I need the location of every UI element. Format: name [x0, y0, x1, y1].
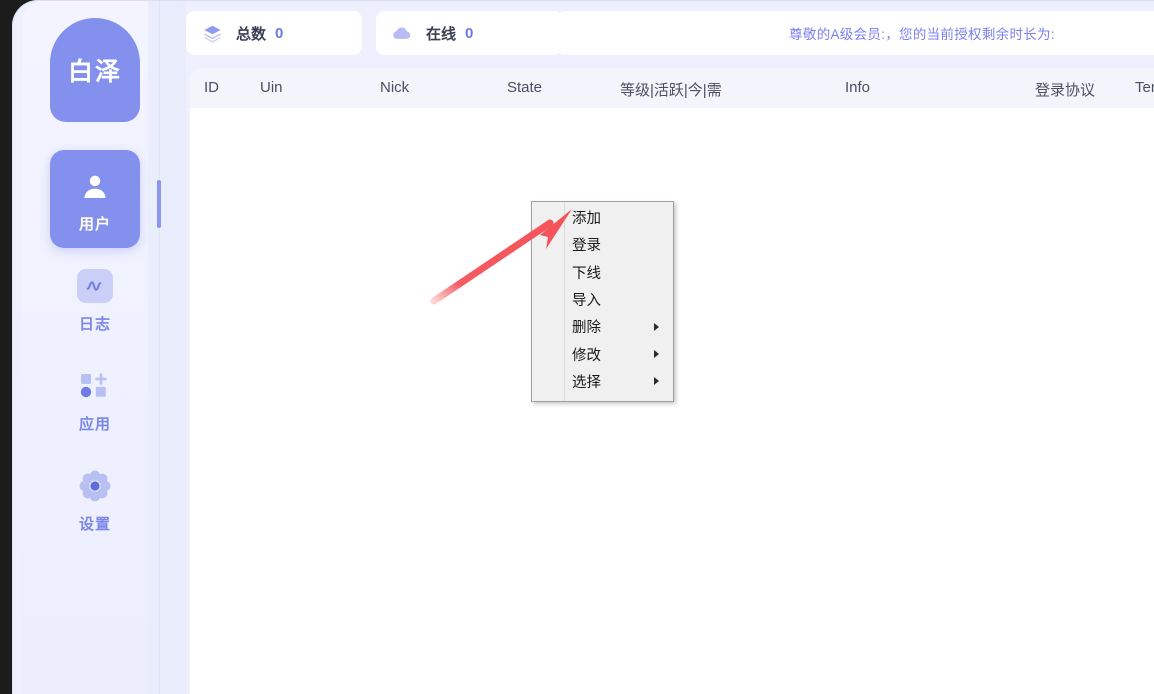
context-menu-item[interactable]: 删除: [566, 313, 673, 340]
sidebar-item-users[interactable]: 用户: [50, 150, 140, 248]
table-header-cell[interactable]: Uin: [260, 79, 283, 96]
sidebar: 白泽 用户 日志 应用 设置: [22, 0, 148, 694]
submenu-arrow-icon: [654, 322, 659, 331]
sidebar-item-label: 用户: [78, 215, 111, 233]
gear-icon: [74, 465, 116, 507]
table-header-cell[interactable]: 等级|活跃|今|需: [620, 79, 722, 100]
table-header-cell[interactable]: State: [507, 79, 542, 96]
table-header-cell[interactable]: Nick: [380, 79, 409, 96]
context-menu-item-label: 添加: [572, 211, 601, 227]
sidebar-item-label: 应用: [78, 415, 111, 433]
context-menu-item-label: 修改: [572, 347, 601, 364]
submenu-arrow-icon: [654, 350, 659, 358]
context-menu-item[interactable]: 选择: [566, 368, 673, 395]
context-menu-item-label: 导入: [572, 292, 601, 309]
sidebar-gap-inner: [170, 0, 186, 694]
table-header-cell[interactable]: Info: [845, 79, 870, 96]
table-header-cell[interactable]: ID: [204, 79, 219, 96]
context-menu-item-label: 删除: [572, 320, 601, 337]
stat-label: 在线: [426, 25, 457, 43]
context-menu-item[interactable]: 修改: [566, 341, 673, 368]
table-header-cell[interactable]: 登录协议: [1035, 79, 1095, 100]
stat-value: 0: [465, 24, 474, 42]
stat-value: 0: [275, 24, 284, 42]
table-header-cell[interactable]: Ten: [1135, 79, 1154, 96]
app-logo-text: 白泽: [67, 58, 122, 86]
stat-card-online: 在线 0: [376, 11, 562, 55]
app-logo: 白泽: [50, 18, 140, 122]
context-menu-item[interactable]: 导入: [566, 286, 673, 313]
license-notice-text: 尊敬的A级会员:，您的当前授权剩余时长为:: [789, 27, 1055, 42]
context-menu-item-label: 下线: [572, 265, 601, 282]
context-menu-item[interactable]: 下线: [566, 259, 673, 286]
user-icon: [74, 165, 116, 207]
table-header-row: ID Uin Nick State 等级|活跃|今|需 Info 登录协议 Ten: [190, 68, 1154, 108]
sidebar-divider: [159, 0, 160, 694]
apps-add-icon: [74, 365, 116, 407]
license-notice-bar: 尊敬的A级会员:，您的当前授权剩余时长为:: [558, 11, 1154, 55]
context-menu-item-label: 登录: [572, 238, 601, 255]
activity-pulse-icon-box: [77, 268, 113, 303]
layers-icon: [200, 21, 224, 45]
sidebar-item-logs[interactable]: 日志: [50, 250, 140, 348]
sidebar-item-label: 设置: [78, 515, 111, 533]
submenu-arrow-icon: [654, 377, 659, 386]
activity-pulse-icon: [74, 265, 116, 307]
sidebar-item-label: 日志: [78, 315, 111, 333]
header-bar: 总数 0 在线 0 尊敬的A级会员:，您的当前授权剩余时长为:: [186, 0, 1154, 66]
application-window: 白泽 用户 日志 应用 设置 总数 0 在线 0 尊敬的A级会员:，您的当前授权…: [12, 0, 1154, 694]
sidebar-item-apps[interactable]: 应用: [50, 350, 140, 448]
context-menu-item[interactable]: 登录: [566, 231, 673, 258]
context-menu[interactable]: 添加登录下线导入删除修改选择: [531, 201, 674, 402]
sidebar-scrollbar-thumb[interactable]: [157, 180, 161, 228]
context-menu-item-label: 选择: [572, 374, 601, 391]
sidebar-nav: 用户 日志 应用 设置: [50, 150, 140, 550]
cloud-icon: [390, 21, 414, 45]
sidebar-item-settings[interactable]: 设置: [50, 450, 140, 548]
context-menu-item[interactable]: 添加: [566, 204, 673, 231]
stat-label: 总数: [236, 25, 267, 43]
app-root: 白泽 用户 日志 应用 设置 总数 0 在线 0 尊敬的A级会员:，您的当前授权…: [0, 0, 1154, 694]
context-menu-icon-gutter: [532, 202, 565, 401]
stat-card-total: 总数 0: [186, 11, 362, 55]
